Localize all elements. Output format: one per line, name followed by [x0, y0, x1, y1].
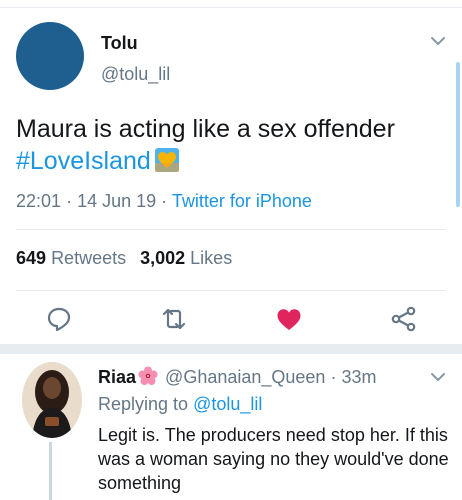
tweet-stats: 649 Retweets 3,002 Likes — [16, 248, 232, 269]
replying-to-handle-link[interactable]: @tolu_lil — [193, 394, 262, 414]
heart-icon[interactable] — [275, 305, 303, 333]
author-handle[interactable]: @tolu_lil — [101, 64, 170, 85]
retweets-count: 649 — [16, 248, 47, 268]
retweets-stat[interactable]: 649 Retweets — [16, 248, 126, 268]
scrollbar[interactable] — [456, 62, 460, 207]
tweet-text-main: Maura is acting like a sex offender — [16, 115, 395, 143]
reply-separator: · — [330, 367, 337, 387]
tweet-date: 14 Jun 19 — [77, 191, 157, 211]
reply-icon[interactable] — [45, 305, 73, 333]
likes-label: Likes — [190, 248, 233, 268]
reply-author-avatar[interactable] — [22, 362, 82, 438]
retweet-icon[interactable] — [160, 305, 188, 333]
tweet-time: 22:01 — [16, 191, 62, 211]
reply-text: Legit is. The producers need stop her. I… — [98, 425, 449, 493]
author-avatar[interactable] — [16, 22, 84, 90]
tweet-text: Maura is acting like a sex offender #Lov… — [16, 113, 456, 177]
divider — [16, 229, 446, 230]
retweets-label: Retweets — [51, 248, 127, 268]
section-separator — [0, 344, 462, 354]
likes-count: 3,002 — [140, 248, 186, 268]
thread-line — [49, 442, 52, 500]
hashtag-link[interactable]: #LoveIsland — [16, 147, 151, 175]
reply-author-handle[interactable]: @Ghanaian_Queen — [165, 367, 325, 387]
share-icon[interactable] — [390, 305, 418, 333]
tweet-meta: 22:01 · 14 Jun 19 · Twitter for iPhone — [16, 191, 312, 212]
divider — [16, 290, 446, 291]
replying-prefix: Replying to — [98, 394, 189, 414]
meta-separator: · — [66, 191, 73, 211]
yellow-heart-emoji — [154, 148, 179, 172]
meta-separator: · — [161, 191, 168, 211]
chevron-down-icon[interactable] — [430, 34, 446, 46]
tweet-actions — [0, 300, 462, 336]
likes-stat[interactable]: 3,002 Likes — [140, 248, 232, 268]
reply-header: Riaa @Ghanaian_Queen · 33m — [98, 366, 377, 388]
top-divider — [0, 7, 462, 8]
reply-age: 33m — [341, 367, 377, 387]
reply-author-name[interactable]: Riaa — [98, 367, 136, 387]
author-name[interactable]: Tolu — [101, 33, 138, 54]
tweet-source-link[interactable]: Twitter for iPhone — [172, 191, 312, 211]
hibiscus-emoji — [138, 366, 158, 386]
replying-to: Replying to @tolu_lil — [98, 394, 262, 415]
chevron-down-icon[interactable] — [430, 370, 446, 382]
